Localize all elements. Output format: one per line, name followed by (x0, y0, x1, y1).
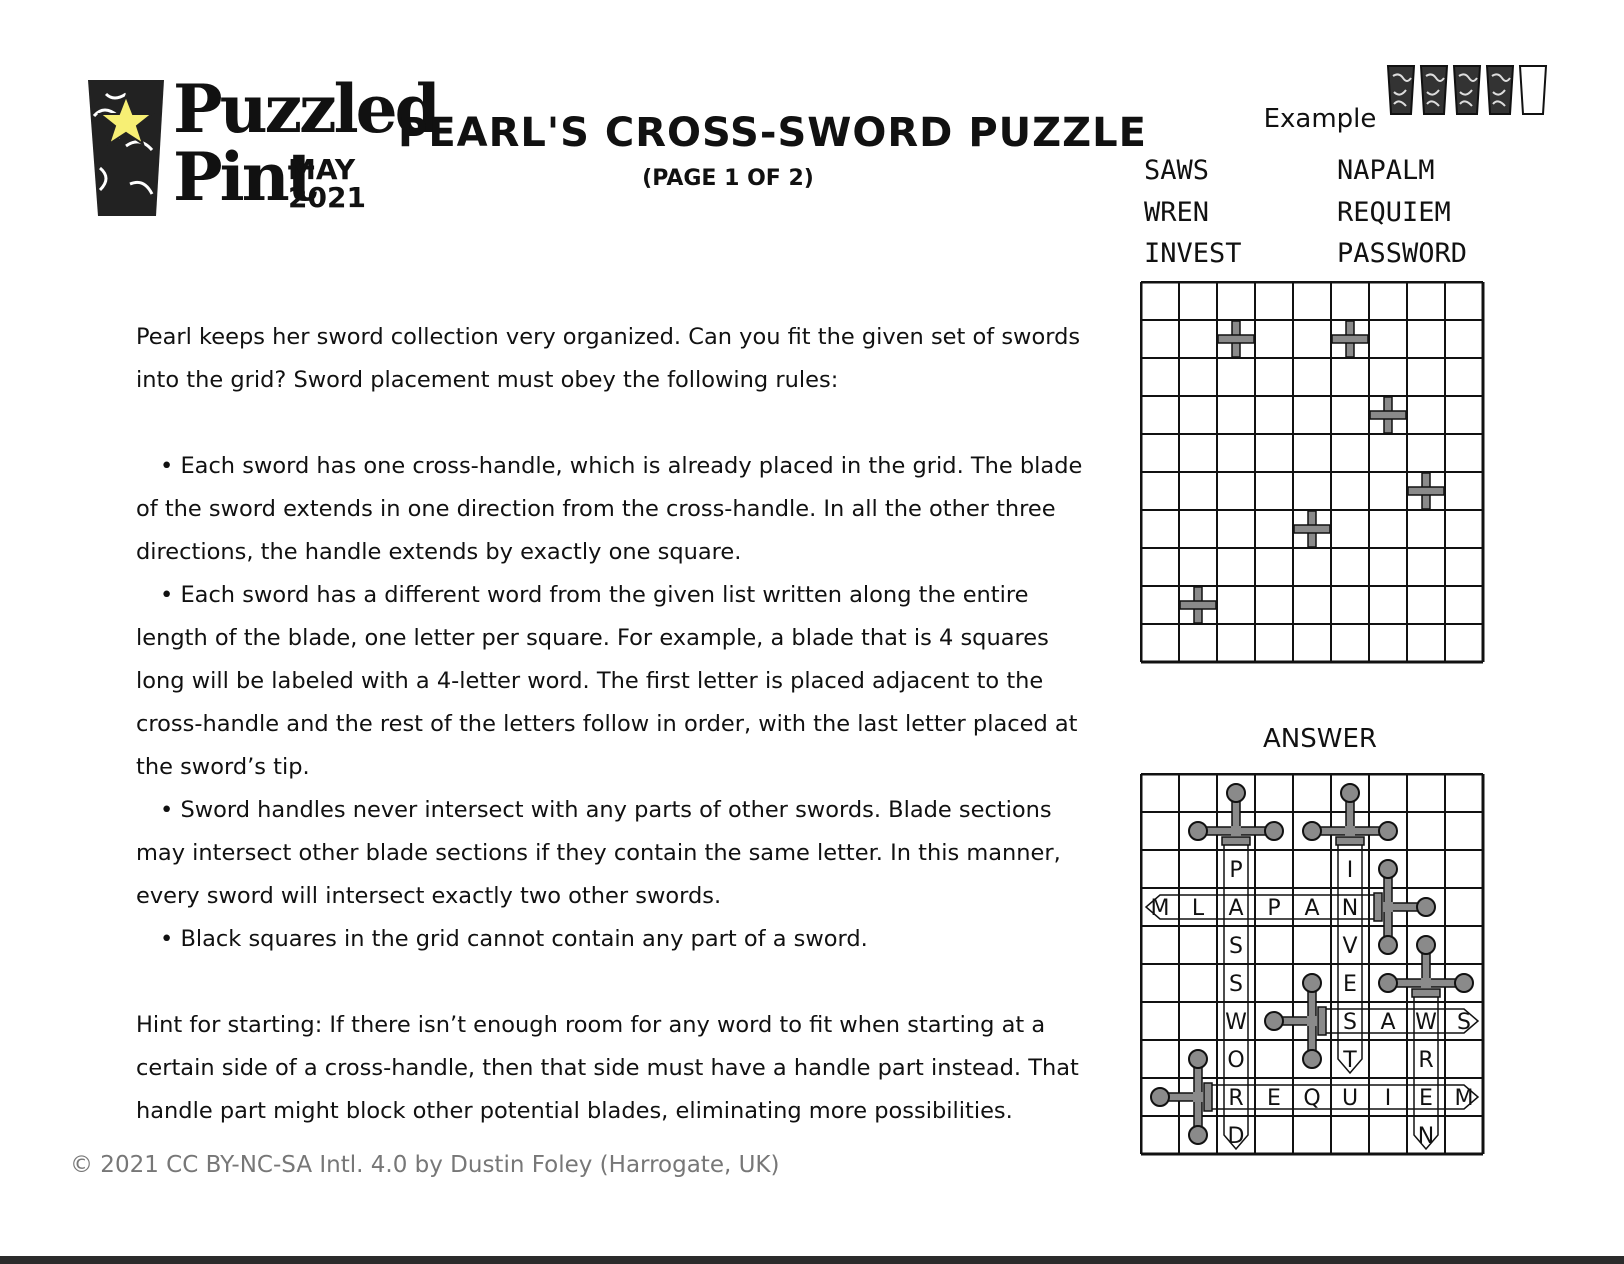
instructions: Pearl keeps her sword collection very or… (136, 316, 1096, 1133)
answer-letter: T (1342, 1048, 1357, 1073)
cross-handle-icon (1407, 472, 1445, 510)
answer-letter: S (1343, 1010, 1357, 1035)
cross-handle-icon (1369, 396, 1407, 434)
pint-filled-icon (1485, 65, 1515, 115)
cross-handle-icon (1331, 320, 1369, 358)
example-label: Example (1263, 104, 1377, 134)
example-grid (1140, 281, 1485, 664)
answer-letter: M (1455, 1086, 1474, 1111)
answer-letter: A (1380, 1010, 1395, 1035)
page-indicator: (PAGE 1 OF 2) (642, 166, 814, 191)
answer-letter: E (1267, 1086, 1281, 1111)
answer-letter: V (1342, 934, 1357, 959)
cross-handle-icon (1179, 586, 1217, 624)
sword-icon (1144, 859, 1436, 955)
rule-item: • Each sword has one cross-handle, which… (136, 445, 1096, 574)
pint-filled-icon (1452, 65, 1482, 115)
bottom-bar (0, 1256, 1624, 1264)
puzzled-pint-logo: Puzzled Pint MAY 2021 (86, 76, 441, 221)
answer-label: ANSWER (1263, 724, 1377, 754)
sword-icon (1264, 973, 1480, 1069)
copyright-footer: © 2021 CC BY-NC-SA Intl. 4.0 by Dustin F… (70, 1152, 780, 1178)
bullet: • (160, 582, 174, 608)
bullet: • (160, 797, 174, 823)
puzzle-title: PEARL'S CROSS-SWORD PUZZLE (398, 110, 1147, 156)
logo-year: 2021 (288, 181, 366, 214)
answer-letter: M (1151, 896, 1170, 921)
intro-paragraph: Pearl keeps her sword collection very or… (136, 324, 1081, 393)
word-list-item: INVEST (1144, 238, 1242, 269)
pint-filled-icon (1419, 65, 1449, 115)
answer-letter: W (1415, 1010, 1437, 1035)
pint-empty-icon (1518, 65, 1548, 115)
hint-paragraph: Hint for starting: If there isn’t enough… (136, 1012, 1079, 1124)
word-list-item: PASSWORD (1337, 238, 1468, 269)
answer-grid: PASSWORDINVESTM L P AA W SRENE Q U I M (1140, 773, 1485, 1156)
rule-item: • Sword handles never intersect with any… (136, 789, 1096, 918)
answer-letter: S (1229, 934, 1243, 959)
rule-text: Sword handles never intersect with any p… (136, 797, 1061, 909)
cross-handle-icon (1293, 510, 1331, 548)
answer-letter: S (1457, 1010, 1471, 1035)
bullet: • (160, 453, 174, 479)
rule-text: Black squares in the grid cannot contain… (180, 926, 868, 952)
answer-letter: N (1342, 896, 1358, 921)
answer-letter: S (1229, 972, 1243, 997)
answer-letter: A (1304, 896, 1319, 921)
rule-text: Each sword has a different word from the… (136, 582, 1078, 780)
answer-letter: R (1418, 1048, 1433, 1073)
sword-icon (1378, 935, 1474, 1151)
answer-letter: D (1228, 1124, 1245, 1149)
answer-letter: P (1267, 896, 1280, 921)
answer-letter: A (1228, 896, 1243, 921)
word-list-item: NAPALM (1337, 155, 1435, 186)
answer-letter: I (1385, 1086, 1392, 1111)
answer-letter: R (1228, 1086, 1243, 1111)
answer-letter: P (1229, 858, 1242, 883)
logo-month: MAY (288, 153, 356, 186)
example-word-list: SAWS NAPALM WREN REQUIEM INVEST PASSWORD (1144, 150, 1504, 275)
rule-item: • Each sword has a different word from t… (136, 574, 1096, 789)
pint-glass-icon (88, 80, 164, 216)
answer-letter: E (1343, 972, 1357, 997)
answer-letter: O (1227, 1048, 1244, 1073)
answer-letter: Q (1303, 1086, 1320, 1111)
answer-letter: I (1347, 858, 1354, 883)
cross-handle-icon (1217, 320, 1255, 358)
rule-text: Each sword has one cross-handle, which i… (136, 453, 1083, 565)
answer-letter: E (1419, 1086, 1433, 1111)
word-list-item: WREN (1144, 196, 1210, 228)
answer-letter: N (1418, 1124, 1434, 1149)
rule-item: • Black squares in the grid cannot conta… (136, 918, 1096, 961)
answer-letter: U (1342, 1086, 1358, 1111)
word-list-item: REQUIEM (1337, 196, 1451, 228)
bullet: • (160, 926, 174, 952)
word-list-item: SAWS (1144, 155, 1210, 186)
answer-letter: L (1192, 896, 1205, 921)
answer-letter: W (1225, 1010, 1247, 1035)
